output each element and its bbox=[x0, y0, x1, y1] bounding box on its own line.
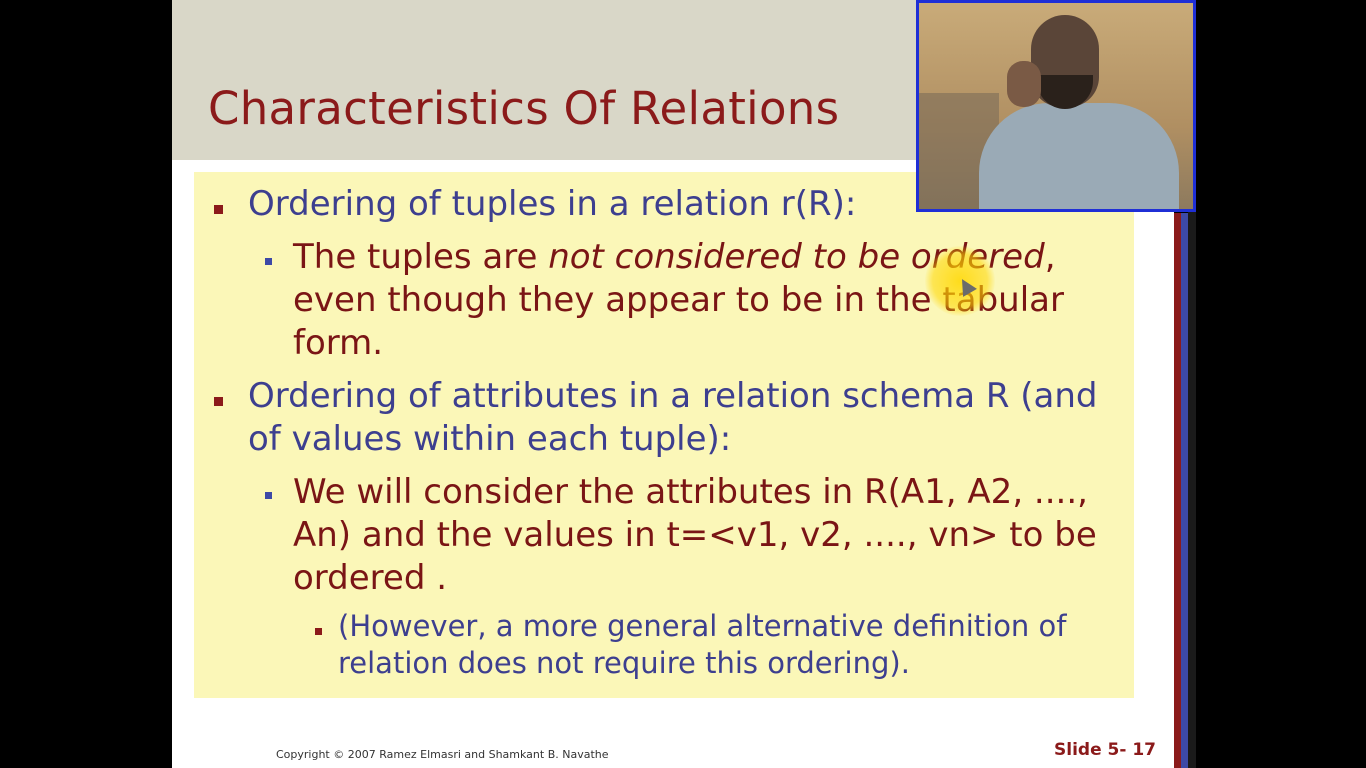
bullet-5-line-2: relation does not require this ordering)… bbox=[338, 646, 910, 680]
bullet-4-line-2: An) and the values in t=<v1, v2, ...., v… bbox=[293, 515, 1097, 555]
right-accent-bar-blue bbox=[1181, 213, 1188, 768]
bullet-1-text: Ordering of tuples in a relation r(R): bbox=[248, 184, 857, 224]
bullet-square-1 bbox=[214, 205, 223, 214]
right-accent-bar-red bbox=[1174, 213, 1181, 768]
webcam-overlay bbox=[916, 0, 1196, 212]
bullet-3-line-2: of values within each tuple): bbox=[248, 419, 732, 459]
bullet-2-pre: The tuples are bbox=[293, 237, 549, 277]
bullet-2-line-3: form. bbox=[293, 323, 384, 363]
presenter-hand bbox=[1007, 61, 1041, 107]
slide-number: Slide 5- 17 bbox=[1054, 740, 1156, 760]
footer-copyright: Copyright © 2007 Ramez Elmasri and Shamk… bbox=[276, 748, 609, 761]
bullet-square-3 bbox=[214, 397, 223, 406]
bullet-3-line-1: Ordering of attributes in a relation sch… bbox=[248, 376, 1098, 416]
presenter-body bbox=[979, 103, 1179, 209]
bullet-4-line-3: ordered . bbox=[293, 558, 448, 598]
slide-title: Characteristics Of Relations bbox=[208, 82, 840, 135]
bullet-4-line-1: We will consider the attributes in R(A1,… bbox=[293, 472, 1088, 512]
bullet-square-5 bbox=[315, 628, 322, 635]
bullet-5-line-1: (However, a more general alternative def… bbox=[338, 609, 1067, 643]
bullet-square-2 bbox=[265, 258, 272, 265]
bullet-2-post: , bbox=[1044, 237, 1056, 277]
bullet-square-4 bbox=[265, 492, 272, 499]
